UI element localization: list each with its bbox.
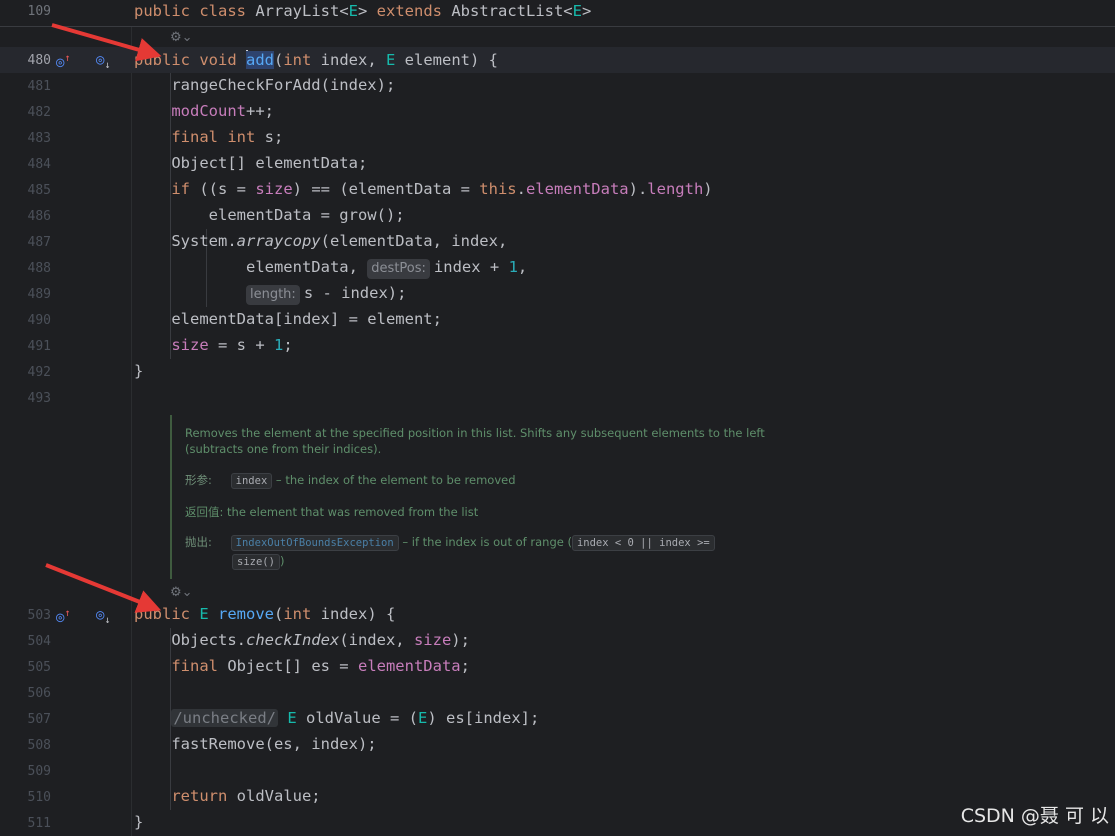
red-arrow-1 [51,23,162,62]
annotation-arrows [45,23,162,613]
red-arrow-2 [45,563,162,613]
